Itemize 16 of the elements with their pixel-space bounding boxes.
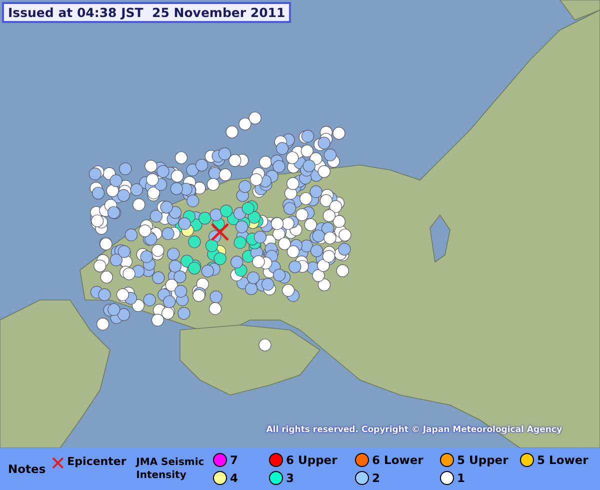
intensity-label: 6 Upper [286,453,338,467]
intensity-label: 1 [457,471,466,485]
intensity-label: 2 [372,471,380,485]
intensity-label: 7 [230,453,238,467]
epicenter-icon [51,456,66,470]
intensity-label: 5 Lower [537,453,588,467]
issue-time-title: Issued at 04:38 JST 25 November 2011 [2,2,292,23]
intensity-label: 6 Lower [372,453,424,467]
epicenter-icon [211,223,229,241]
intensity-label: 3 [286,471,294,485]
notes-label: Notes [8,462,47,476]
intensity-label: 5 Upper [457,453,508,467]
intensity-title: JMA Seismic Intensity [136,456,206,482]
epicenter-label: Epicenter [67,455,128,468]
lake-drawing [430,214,450,263]
intensity-label: 4 [230,471,238,485]
